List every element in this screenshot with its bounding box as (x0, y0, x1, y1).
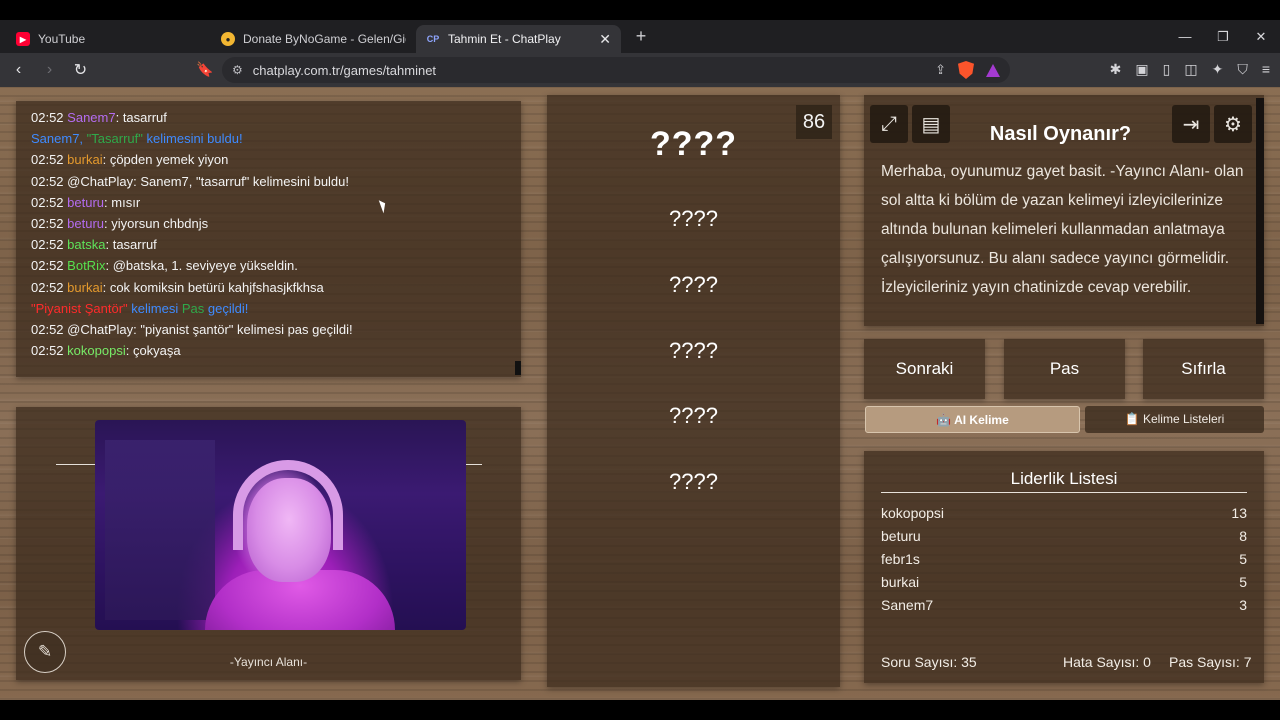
sidebar-icon[interactable]: ▯ (1163, 61, 1171, 78)
forbidden-word: ???? (669, 206, 718, 231)
reload-icon[interactable]: ↻ (68, 60, 93, 80)
forward-icon[interactable]: › (37, 61, 62, 79)
leaderboard-row: kokopopsi 13 (881, 505, 1247, 521)
forbidden-word: ???? (669, 338, 718, 363)
bottom-bar (0, 700, 1280, 720)
next-button[interactable]: Sonraki (864, 339, 985, 399)
chat-panel: 02:52 Sanem7: tasarruf Sanem7, "Tasarruf… (16, 101, 521, 377)
restore-icon[interactable]: ❐ (1204, 20, 1242, 53)
site-info-icon[interactable]: ⚙ (232, 63, 243, 77)
tab-strip: ▶ YouTube ● Donate ByNoGame - Gelen/Gide… (0, 20, 1280, 53)
words-panel: 86 ???? ???? ???? ???? ???? ???? (547, 95, 840, 687)
share-icon[interactable]: ⇪ (935, 62, 946, 78)
chat-message: 02:52 kokopopsi: çokyaşa (31, 343, 181, 359)
leaderboard-title: Liderlik Listesi (1010, 469, 1118, 488)
window-controls: — ❐ ✕ (1166, 20, 1280, 53)
bynogame-icon: ● (221, 32, 235, 46)
how-to-play-panel: ⤢ ▤ Nasıl Oynanır? ⇥ ⚙ Merhaba, oyunumuz… (864, 95, 1264, 326)
forbidden-word: ???? (669, 403, 718, 428)
divider (881, 492, 1247, 493)
chat-message: 02:52 @ChatPlay: Sanem7, "tasarruf" keli… (31, 173, 350, 189)
leaderboard-row: febr1s 5 (881, 551, 1247, 567)
tab-youtube[interactable]: ▶ YouTube (6, 25, 211, 53)
main-word: ???? (649, 125, 738, 163)
minimize-icon[interactable]: — (1166, 20, 1204, 53)
close-tab-icon[interactable]: ✕ (599, 31, 611, 48)
url-text: chatplay.com.tr/games/tahminet (252, 62, 437, 78)
toolbar-extensions: ✱ ▣ ▯ ◫ ✦ ⛉ ≡ (1110, 61, 1270, 78)
tab-chatplay[interactable]: CP Tahmin Et - ChatPlay ✕ (416, 25, 621, 53)
streamer-area-label: -Yayıncı Alanı- (229, 655, 308, 669)
chat-message: 02:52 beturu: mısır (31, 194, 141, 210)
reader-icon[interactable]: ▣ (1135, 61, 1148, 78)
question-count: Soru Sayısı: 35 (881, 654, 977, 670)
forbidden-word: ???? (669, 272, 718, 297)
address-bar[interactable]: ⚙ chatplay.com.tr/games/tahminet ⇪ (222, 57, 1010, 83)
settings-icon[interactable]: ⚙ (1214, 105, 1252, 143)
chat-scrollbar[interactable] (515, 361, 521, 375)
chat-system-pass: "Piyanist Şantör" kelimesi Pas geçildi! (31, 300, 249, 316)
webcam-feed (95, 420, 466, 630)
divider (466, 464, 482, 465)
word-lists-tab[interactable]: 📋 Kelime Listeleri (1085, 406, 1264, 433)
panel-scrollbar[interactable] (1256, 98, 1264, 324)
background-shelf (105, 440, 215, 620)
leaderboard-row: burkai 5 (881, 574, 1247, 590)
chat-message: 02:52 Sanem7: tasarruf (31, 110, 167, 125)
chat-system-found: Sanem7, "Tasarruf" kelimesini buldu! (31, 131, 243, 147)
chat-message: 02:52 beturu: yiyorsun chbdnjs (31, 215, 209, 231)
leaderboard-row: beturu 8 (881, 528, 1247, 544)
tab-title: Donate ByNoGame - Gelen/Giden Ba (243, 32, 406, 46)
bookmark-icon[interactable]: 🔖 (196, 61, 213, 78)
leaderboard-panel: Liderlik Listesi kokopopsi 13 beturu 8 feb… (864, 451, 1264, 683)
close-window-icon[interactable]: ✕ (1242, 20, 1280, 53)
pass-button[interactable]: Pas (1004, 339, 1125, 399)
wallet-icon[interactable]: ◫ (1184, 61, 1197, 78)
error-count: Hata Sayısı: 0 (1063, 654, 1151, 670)
extensions-icon[interactable]: ✱ (1110, 61, 1122, 78)
menu-icon[interactable]: ≡ (1262, 61, 1270, 78)
forbidden-word: ???? (669, 469, 718, 494)
chat-message: 02:52 burkai: çöpden yemek yiyon (31, 152, 229, 168)
browser-window: ▶ YouTube ● Donate ByNoGame - Gelen/Gide… (0, 0, 1280, 720)
new-tab-icon[interactable]: + (629, 26, 653, 47)
how-to-play-text: Merhaba, oyunumuz gayet basit. -Yayıncı … (881, 163, 1244, 296)
top-bar (0, 0, 1280, 20)
streamer-area: ✎ -Yayıncı Alanı- (16, 407, 521, 680)
youtube-icon: ▶ (16, 32, 30, 46)
tab-title: YouTube (38, 32, 86, 46)
ai-word-tab[interactable]: 🤖 AI Kelime (865, 406, 1080, 433)
tab-title: Tahmin Et - ChatPlay (448, 32, 561, 46)
game-page: 02:52 Sanem7: tasarruf Sanem7, "Tasarruf… (0, 87, 1280, 700)
leaderboard-row: Sanem7 3 (881, 597, 1247, 613)
chat-message: 02:52 batska: tasarruf (31, 237, 157, 253)
back-icon[interactable]: ‹ (6, 61, 31, 79)
reset-button[interactable]: Sıfırla (1143, 339, 1264, 399)
brave-shield-icon[interactable] (958, 61, 974, 79)
exit-icon[interactable]: ⇥ (1172, 105, 1210, 143)
browser-toolbar: ‹ › ↻ 🔖 ⚙ chatplay.com.tr/games/tahminet… (0, 53, 1280, 87)
address-bar-actions: ⇪ (935, 61, 1000, 79)
chat-message: 02:52 BotRix: @batska, 1. seviyeye yükse… (31, 258, 298, 274)
chat-message: 02:52 @ChatPlay: "piyanist şantör" kelim… (31, 321, 353, 337)
chat-message: 02:52 burkai: cok komiksin betürü kahjfs… (31, 279, 324, 295)
vpn-icon[interactable]: ⛉ (1237, 61, 1248, 78)
chatplay-icon: CP (426, 34, 440, 44)
leo-icon[interactable]: ✦ (1212, 61, 1224, 78)
pass-count: Pas Sayısı: 7 (1169, 654, 1252, 670)
brave-rewards-icon[interactable] (986, 63, 1000, 77)
tab-bynogame[interactable]: ● Donate ByNoGame - Gelen/Giden Ba (211, 25, 416, 53)
headphones (233, 460, 343, 550)
